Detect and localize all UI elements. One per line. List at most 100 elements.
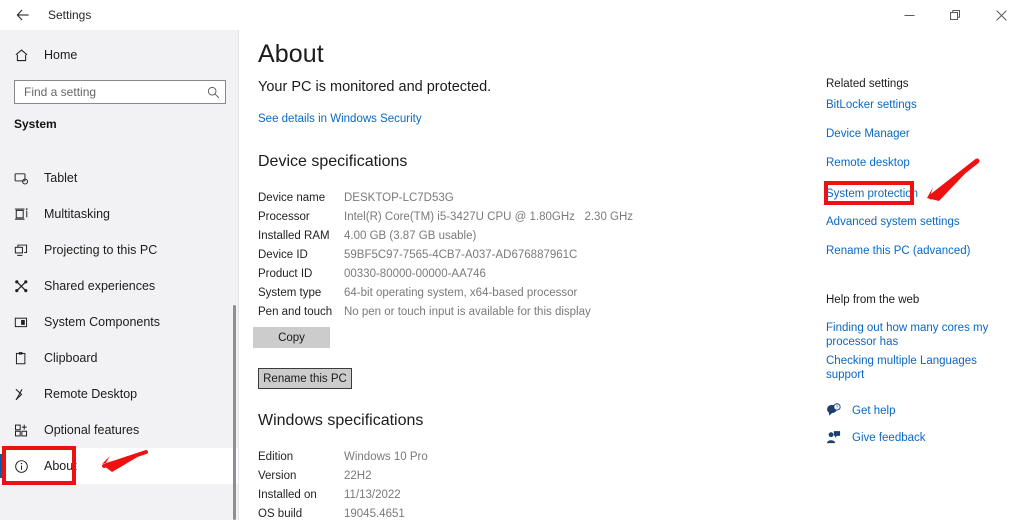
spec-key: System type: [258, 286, 322, 299]
spec-value: 4.00 GB (3.87 GB usable): [344, 229, 477, 242]
sidebar-item-label: Clipboard: [44, 351, 98, 365]
spec-key: Pen and touch: [258, 305, 333, 318]
related-link-bitlocker-settings[interactable]: BitLocker settings: [826, 98, 1006, 112]
spec-value: 11/13/2022: [344, 488, 401, 501]
windows-security-link[interactable]: See details in Windows Security: [258, 113, 422, 125]
page-title: About: [258, 40, 324, 68]
copy-button[interactable]: Copy: [253, 327, 330, 348]
spec-key: Installed RAM: [258, 229, 330, 242]
svg-text:?: ?: [836, 405, 839, 411]
sidebar-item-label: Remote Desktop: [44, 387, 138, 401]
spec-key: Version: [258, 469, 297, 482]
get-help-icon: ?: [826, 403, 852, 418]
table-row: Edition Windows 10 Pro: [258, 447, 428, 466]
related-settings-rail: Related settings BitLocker settings Devi…: [826, 0, 1024, 520]
shared-experiences-icon: [14, 279, 36, 294]
spec-value: 22H2: [344, 469, 372, 482]
about-info-icon: [14, 459, 36, 474]
tablet-icon: [14, 171, 36, 186]
optional-features-icon: [14, 423, 36, 438]
window-controls: [886, 0, 1024, 30]
give-feedback-link[interactable]: Give feedback: [826, 430, 1006, 445]
search-input[interactable]: [15, 85, 201, 99]
minimize-button[interactable]: [886, 0, 932, 30]
related-link-remote-desktop[interactable]: Remote desktop: [826, 156, 1006, 170]
help-link-processor-cores[interactable]: Finding out how many cores my processor …: [826, 321, 1006, 349]
back-button[interactable]: [6, 0, 40, 30]
settings-window: Settings Home Find a setting System Tabl…: [0, 0, 1024, 520]
close-button[interactable]: [978, 0, 1024, 30]
spec-value: Intel(R) Core(TM) i5-3427U CPU @ 1.80GHz…: [344, 210, 634, 223]
sidebar-item-home[interactable]: Home: [0, 42, 238, 68]
home-icon: [14, 48, 36, 63]
spec-key: Product ID: [258, 267, 313, 280]
search-box[interactable]: [14, 80, 226, 104]
spec-value: DESKTOP-LC7D53G: [344, 191, 454, 204]
spec-value: 00330-80000-00000-AA746: [344, 267, 486, 280]
projecting-icon: [14, 243, 36, 258]
sidebar-home-label: Home: [44, 48, 78, 62]
spec-value: 64-bit operating system, x64-based proce…: [344, 286, 578, 299]
windows-specifications-table: Edition Windows 10 Pro Version 22H2 Inst…: [258, 447, 428, 520]
spec-value: Windows 10 Pro: [344, 450, 428, 463]
table-row: Version 22H2: [258, 466, 428, 485]
pc-status-text: Your PC is monitored and protected.: [258, 79, 492, 95]
system-components-icon: [14, 315, 36, 330]
related-link-system-protection[interactable]: System protection: [826, 187, 1006, 201]
get-help-link[interactable]: ? Get help: [826, 403, 1006, 418]
sidebar-item-projecting-to-this-pc[interactable]: Projecting to this PC: [0, 232, 238, 268]
sidebar-item-about[interactable]: About: [0, 448, 238, 484]
sidebar-item-clipboard[interactable]: Clipboard: [0, 340, 238, 376]
table-row: Pen and touch No pen or touch input is a…: [258, 302, 633, 321]
sidebar-group-title: System: [14, 117, 57, 131]
help-link-languages-support[interactable]: Checking multiple Languages support: [826, 354, 1006, 382]
windows-specifications-heading: Windows specifications: [258, 412, 424, 429]
sidebar-item-remote-desktop[interactable]: Remote Desktop: [0, 376, 238, 412]
table-row: Installed RAM 4.00 GB (3.87 GB usable): [258, 226, 633, 245]
table-row: Processor Intel(R) Core(TM) i5-3427U CPU…: [258, 207, 633, 226]
get-help-label: Get help: [852, 404, 896, 417]
spec-key: Device name: [258, 191, 326, 204]
sidebar-scrollbar[interactable]: [233, 305, 236, 520]
spec-key: Installed on: [258, 488, 317, 501]
device-specifications-table: Device name DESKTOP-LC7D53G Processor In…: [258, 188, 633, 321]
back-arrow-icon: [15, 7, 31, 23]
related-link-device-manager[interactable]: Device Manager: [826, 127, 1006, 141]
minimize-icon: [904, 10, 915, 21]
sidebar-item-label: Projecting to this PC: [44, 243, 158, 257]
table-row: Device name DESKTOP-LC7D53G: [258, 188, 633, 207]
spec-value: 19045.4651: [344, 507, 405, 520]
sidebar-item-system-components[interactable]: System Components: [0, 304, 238, 340]
give-feedback-label: Give feedback: [852, 431, 926, 444]
rename-this-pc-button[interactable]: Rename this PC: [258, 368, 352, 389]
help-from-web-heading: Help from the web: [826, 294, 920, 306]
spec-key: Device ID: [258, 248, 308, 261]
remote-desktop-icon: [14, 387, 36, 402]
sidebar-item-label: About: [44, 459, 77, 473]
title-bar: Settings: [0, 0, 1024, 30]
sidebar-item-multitasking[interactable]: Multitasking: [0, 196, 238, 232]
spec-key: OS build: [258, 507, 303, 520]
sidebar: Home System Tablet: [0, 0, 239, 520]
spec-key: Processor: [258, 210, 310, 223]
sidebar-item-optional-features[interactable]: Optional features: [0, 412, 238, 448]
sidebar-item-label: Tablet: [44, 171, 78, 185]
give-feedback-icon: [826, 430, 852, 445]
restore-icon: [949, 9, 961, 21]
search-icon[interactable]: [201, 86, 225, 99]
related-link-advanced-system-settings[interactable]: Advanced system settings: [826, 215, 1006, 229]
sidebar-item-label: Optional features: [44, 423, 140, 437]
restore-button[interactable]: [932, 0, 978, 30]
spec-key: Edition: [258, 450, 294, 463]
related-settings-heading: Related settings: [826, 78, 909, 90]
spec-value: No pen or touch input is available for t…: [344, 305, 591, 318]
sidebar-item-tablet[interactable]: Tablet: [0, 160, 238, 196]
table-row: OS build 19045.4651: [258, 504, 428, 520]
sidebar-item-shared-experiences[interactable]: Shared experiences: [0, 268, 238, 304]
window-title: Settings: [48, 8, 92, 22]
multitasking-icon: [14, 207, 36, 222]
clipboard-icon: [14, 351, 36, 366]
sidebar-nav-list: Tablet Multitasking Projecting to this P…: [0, 160, 238, 484]
related-link-rename-this-pc-advanced[interactable]: Rename this PC (advanced): [826, 244, 1006, 258]
table-row: Installed on 11/13/2022: [258, 485, 428, 504]
